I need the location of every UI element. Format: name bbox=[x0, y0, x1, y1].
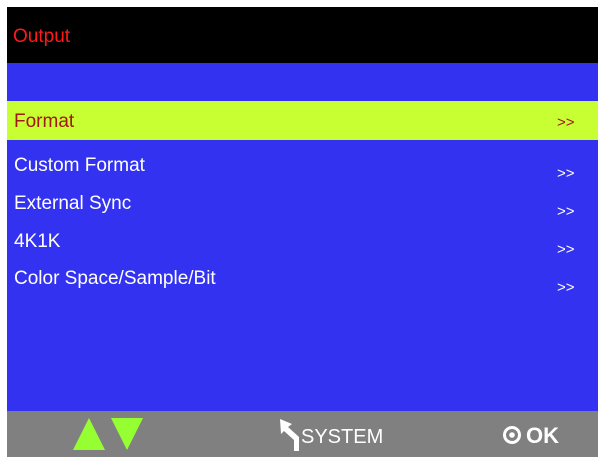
submenu-arrow-icon: >> bbox=[557, 114, 575, 131]
menu-item-format[interactable]: Format >> bbox=[7, 101, 598, 140]
submenu-arrow-icon: >> bbox=[557, 279, 575, 296]
header-bar: Output bbox=[7, 7, 598, 63]
submenu-arrow-icon: >> bbox=[557, 241, 575, 258]
menu-item-4k1k[interactable]: 4K1K >> bbox=[7, 229, 598, 268]
menu-item-color-space[interactable]: Color Space/Sample/Bit >> bbox=[7, 265, 598, 304]
submenu-arrow-icon: >> bbox=[557, 203, 575, 220]
system-button-label[interactable]: SYSTEM bbox=[301, 425, 383, 449]
menu-item-custom-format[interactable]: Custom Format >> bbox=[7, 152, 598, 191]
output-menu-screen: Output Format >> Custom Format >> Extern… bbox=[7, 7, 598, 457]
menu-item-label: External Sync bbox=[14, 193, 132, 214]
menu-item-label: Custom Format bbox=[14, 155, 145, 176]
triangle-down-icon[interactable] bbox=[111, 418, 143, 450]
menu-item-label: Format bbox=[14, 111, 75, 132]
submenu-arrow-icon: >> bbox=[557, 165, 575, 182]
menu-item-label: Color Space/Sample/Bit bbox=[14, 268, 216, 289]
return-arrow-icon[interactable] bbox=[279, 419, 301, 451]
triangle-up-icon[interactable] bbox=[73, 418, 105, 450]
page-title: Output bbox=[13, 26, 71, 47]
footer-bar: SYSTEM OK bbox=[7, 411, 598, 457]
menu-item-external-sync[interactable]: External Sync >> bbox=[7, 191, 598, 230]
ok-button-label[interactable]: OK bbox=[526, 423, 559, 449]
menu-item-label: 4K1K bbox=[14, 231, 61, 252]
circle-dot-icon[interactable] bbox=[502, 425, 522, 445]
